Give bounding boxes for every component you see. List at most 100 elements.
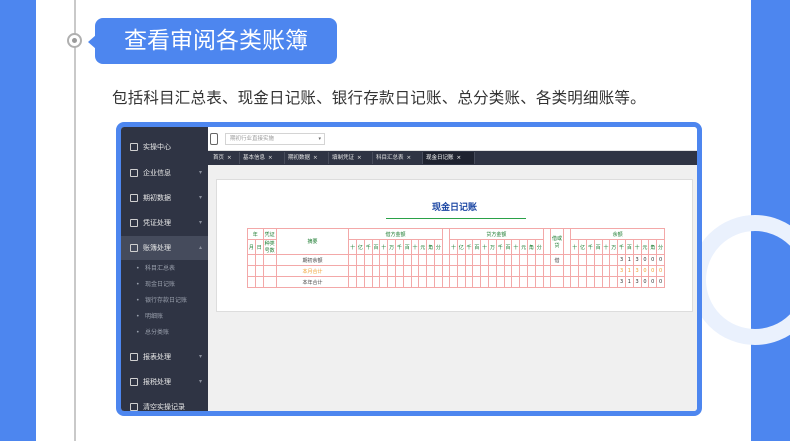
debit-digit bbox=[379, 276, 389, 288]
close-icon[interactable]: × bbox=[457, 155, 462, 161]
balance-digit: 0 bbox=[648, 276, 658, 288]
sidebar-item-voucher[interactable]: 凭证处理 ▾ bbox=[121, 211, 208, 235]
header-month: 月 bbox=[247, 239, 256, 255]
sidebar-item-label: 期初数据 bbox=[143, 194, 171, 202]
tab-label: 填制凭证 bbox=[332, 155, 355, 161]
spacer-cell bbox=[563, 228, 572, 255]
sidebar-item-company-info[interactable]: 企业信息 ▾ bbox=[121, 161, 208, 185]
credit-digit bbox=[495, 254, 505, 266]
direction-cell bbox=[549, 276, 565, 288]
digit-header: 十 bbox=[348, 239, 358, 255]
chevron-down-icon: ▾ bbox=[198, 194, 202, 201]
tab-opening-data[interactable]: 期初数据 × bbox=[285, 152, 329, 164]
sub-item-cash-journal[interactable]: 现金日记账 bbox=[121, 277, 208, 292]
balance-digit bbox=[601, 276, 611, 288]
debit-digit bbox=[395, 265, 404, 277]
debit-digit bbox=[348, 265, 358, 277]
digit-header: 分 bbox=[433, 239, 443, 255]
sub-item-detail-ledger[interactable]: 明细账 bbox=[121, 309, 208, 324]
tab-label: 首页 bbox=[213, 155, 225, 161]
balance-digit bbox=[585, 276, 595, 288]
digit-header: 万 bbox=[609, 239, 619, 255]
credit-digit bbox=[534, 265, 544, 277]
chevron-down-icon: ▾ bbox=[318, 136, 321, 142]
header-balance: 余额 bbox=[570, 228, 665, 240]
header-direction: 借或贷 bbox=[549, 228, 565, 255]
sidebar-toggle-icon[interactable] bbox=[210, 133, 218, 145]
debit-digit bbox=[418, 254, 428, 266]
digit-header: 十 bbox=[511, 239, 521, 255]
balance-digit bbox=[609, 265, 619, 277]
debit-digit bbox=[433, 276, 443, 288]
ledger-title: 现金日记账 bbox=[431, 203, 477, 213]
debit-digit bbox=[402, 254, 412, 266]
debit-digit bbox=[402, 265, 412, 277]
debit-digit bbox=[426, 276, 435, 288]
credit-digit bbox=[534, 254, 544, 266]
header-voucher: 凭证 bbox=[262, 228, 277, 240]
sub-item-general-ledger[interactable]: 总分类账 bbox=[121, 325, 208, 340]
credit-digit bbox=[511, 265, 521, 277]
sidebar-item-tax[interactable]: 报税处理 ▾ bbox=[121, 370, 208, 394]
credit-digit bbox=[480, 265, 490, 277]
sidebar-item-label: 凭证处理 bbox=[143, 219, 171, 227]
balance-digit bbox=[578, 276, 587, 288]
debit-digit bbox=[348, 276, 358, 288]
table-row: 本年合计 3 1 3 0 0 0 bbox=[247, 276, 665, 288]
balance-digit: 0 bbox=[656, 254, 665, 266]
debit-digit bbox=[371, 265, 381, 277]
header-summary: 摘要 bbox=[275, 228, 350, 255]
close-icon[interactable]: × bbox=[313, 155, 318, 161]
credit-digit bbox=[534, 276, 544, 288]
close-icon[interactable]: × bbox=[227, 155, 232, 161]
digit-header: 亿 bbox=[356, 239, 365, 255]
debit-digit bbox=[433, 254, 443, 266]
credit-digit bbox=[472, 276, 482, 288]
close-icon[interactable]: × bbox=[268, 155, 273, 161]
spacer-cell bbox=[563, 265, 572, 277]
close-icon[interactable]: × bbox=[407, 155, 412, 161]
spacer-cell bbox=[542, 276, 551, 288]
sidebar-item-opening-data[interactable]: 期初数据 ▾ bbox=[121, 186, 208, 210]
tax-icon bbox=[130, 378, 138, 386]
sub-item-subject-summary[interactable]: 科目汇总表 bbox=[121, 261, 208, 276]
content-area: 现金日记账 年凭证 摘要 借方金额 贷方金额 借或贷 余额月日种类号数十亿千百十万千百十元… bbox=[208, 165, 697, 411]
balance-digit: 3 bbox=[632, 276, 642, 288]
balance-digit bbox=[601, 254, 611, 266]
empty-cell bbox=[247, 265, 256, 277]
credit-digit bbox=[519, 254, 529, 266]
digit-header: 千 bbox=[617, 239, 626, 255]
direction-cell: 借 bbox=[549, 254, 565, 266]
close-icon[interactable]: × bbox=[357, 155, 362, 161]
digit-header: 分 bbox=[656, 239, 665, 255]
tab-cash-journal[interactable]: 现金日记账 × bbox=[423, 152, 475, 164]
digit-header: 角 bbox=[648, 239, 658, 255]
credit-digit bbox=[527, 276, 536, 288]
tab-label: 基本信息 bbox=[243, 155, 266, 161]
app-screenshot-frame: 实操中心 企业信息 ▾ 期初数据 ▾ 凭证处理 ▾ 账簿处理 ▴ 科目汇总表 现… bbox=[116, 122, 702, 416]
sidebar-item-reports[interactable]: 报表处理 ▾ bbox=[121, 345, 208, 369]
header-type-no: 种类号数 bbox=[262, 239, 277, 255]
balance-digit bbox=[585, 254, 595, 266]
sub-item-bank-journal[interactable]: 银行存款日记账 bbox=[121, 293, 208, 308]
tab-subject-summary[interactable]: 科目汇总表 × bbox=[373, 152, 423, 164]
sidebar-item-ledger[interactable]: 账簿处理 ▴ bbox=[121, 236, 208, 260]
credit-digit bbox=[456, 276, 466, 288]
balance-digit: 1 bbox=[624, 254, 634, 266]
credit-digit bbox=[472, 254, 482, 266]
debit-digit bbox=[402, 276, 412, 288]
tab-home[interactable]: 首页 × bbox=[210, 152, 240, 164]
tab-basic-info[interactable]: 基本信息 × bbox=[240, 152, 285, 164]
debit-digit bbox=[410, 265, 420, 277]
tab-fill-voucher[interactable]: 填制凭证 × bbox=[329, 152, 373, 164]
digit-header: 角 bbox=[426, 239, 435, 255]
sidebar-item-practice-center[interactable]: 实操中心 bbox=[121, 135, 208, 159]
sidebar-item-clear-records[interactable]: 清空实操记录 bbox=[121, 395, 208, 411]
credit-digit bbox=[464, 254, 474, 266]
spacer-cell bbox=[441, 254, 451, 266]
credit-digit bbox=[464, 276, 474, 288]
spacer-cell bbox=[542, 265, 551, 277]
credit-digit bbox=[456, 254, 466, 266]
tab-bar: 首页 × 基本信息 × 期初数据 × 填制凭证 × 科目汇总表 × 现金日记账 × bbox=[208, 151, 697, 165]
industry-select[interactable]: 期初行业直接实施 ▾ bbox=[225, 133, 325, 145]
